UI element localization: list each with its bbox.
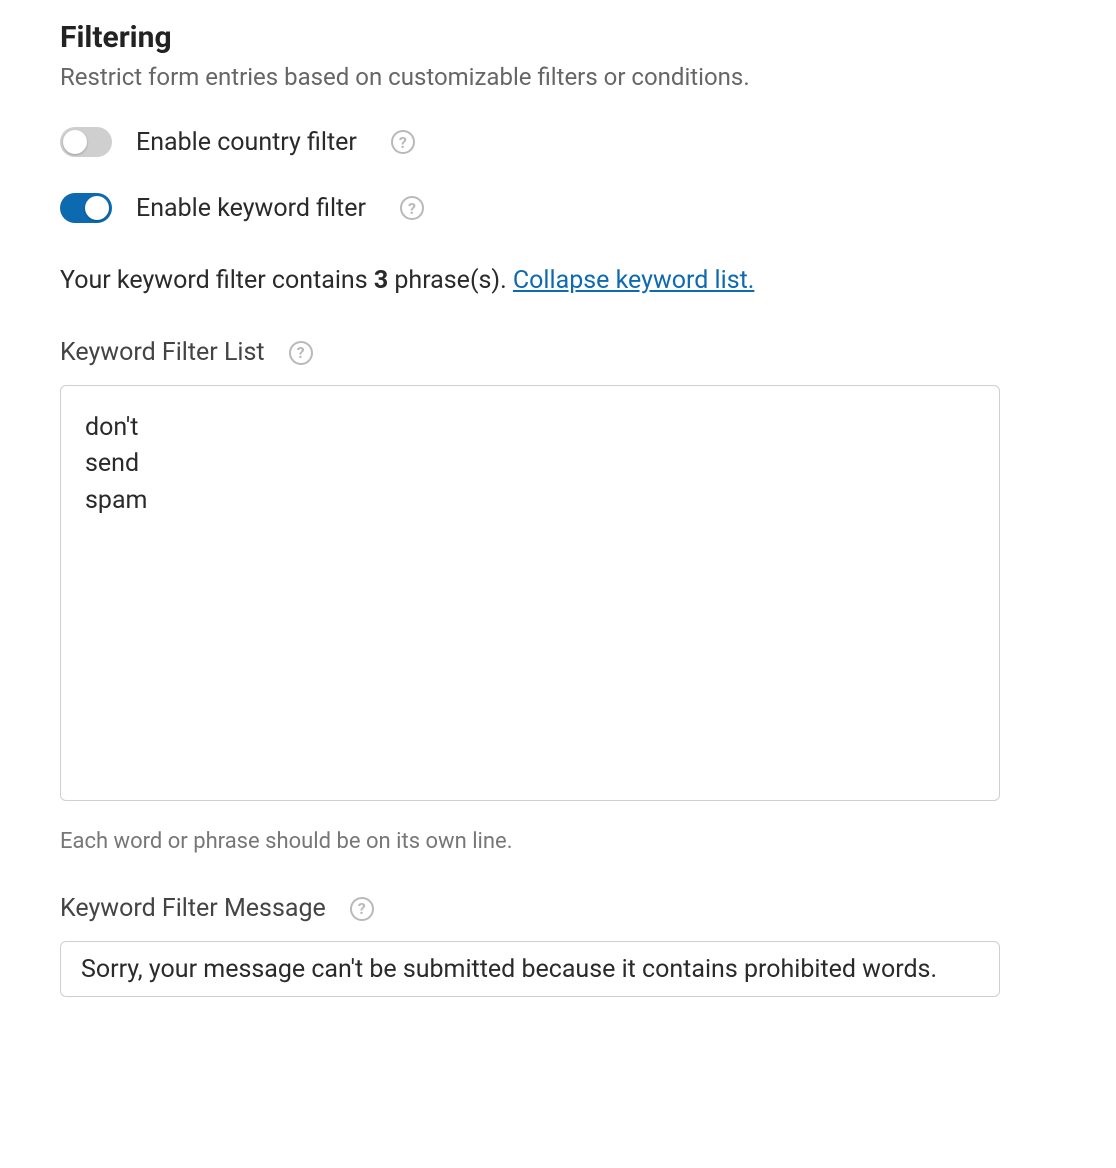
country-filter-row: Enable country filter ? [60, 127, 1056, 157]
help-icon[interactable]: ? [391, 130, 415, 154]
section-title: Filtering [60, 20, 1056, 55]
country-filter-toggle[interactable] [60, 127, 112, 157]
keyword-list-label: Keyword Filter List [60, 338, 265, 367]
country-filter-label: Enable country filter [136, 128, 357, 157]
keyword-list-hint: Each word or phrase should be on its own… [60, 829, 1056, 854]
help-icon[interactable]: ? [350, 897, 374, 921]
keyword-filter-row: Enable keyword filter ? [60, 193, 1056, 223]
section-subtitle: Restrict form entries based on customiza… [60, 63, 1056, 91]
collapse-keyword-list-link[interactable]: Collapse keyword list. [513, 266, 754, 295]
keyword-filter-list-textarea[interactable] [60, 385, 1000, 801]
keyword-message-label-row: Keyword Filter Message ? [60, 894, 1056, 923]
toggle-knob-icon [63, 130, 87, 154]
keyword-filter-summary: Your keyword filter contains 3 phrase(s)… [60, 263, 1056, 298]
summary-suffix: phrase(s). [388, 266, 513, 295]
summary-prefix: Your keyword filter contains [60, 266, 374, 295]
filtering-settings-panel: Filtering Restrict form entries based on… [0, 0, 1116, 1037]
keyword-filter-message-input[interactable] [60, 941, 1000, 997]
help-icon[interactable]: ? [289, 341, 313, 365]
toggle-knob-icon [85, 196, 109, 220]
help-icon[interactable]: ? [400, 196, 424, 220]
keyword-list-label-row: Keyword Filter List ? [60, 338, 1056, 367]
keyword-filter-label: Enable keyword filter [136, 194, 366, 223]
keyword-message-label: Keyword Filter Message [60, 894, 326, 923]
summary-count: 3 [374, 266, 388, 295]
keyword-filter-toggle[interactable] [60, 193, 112, 223]
